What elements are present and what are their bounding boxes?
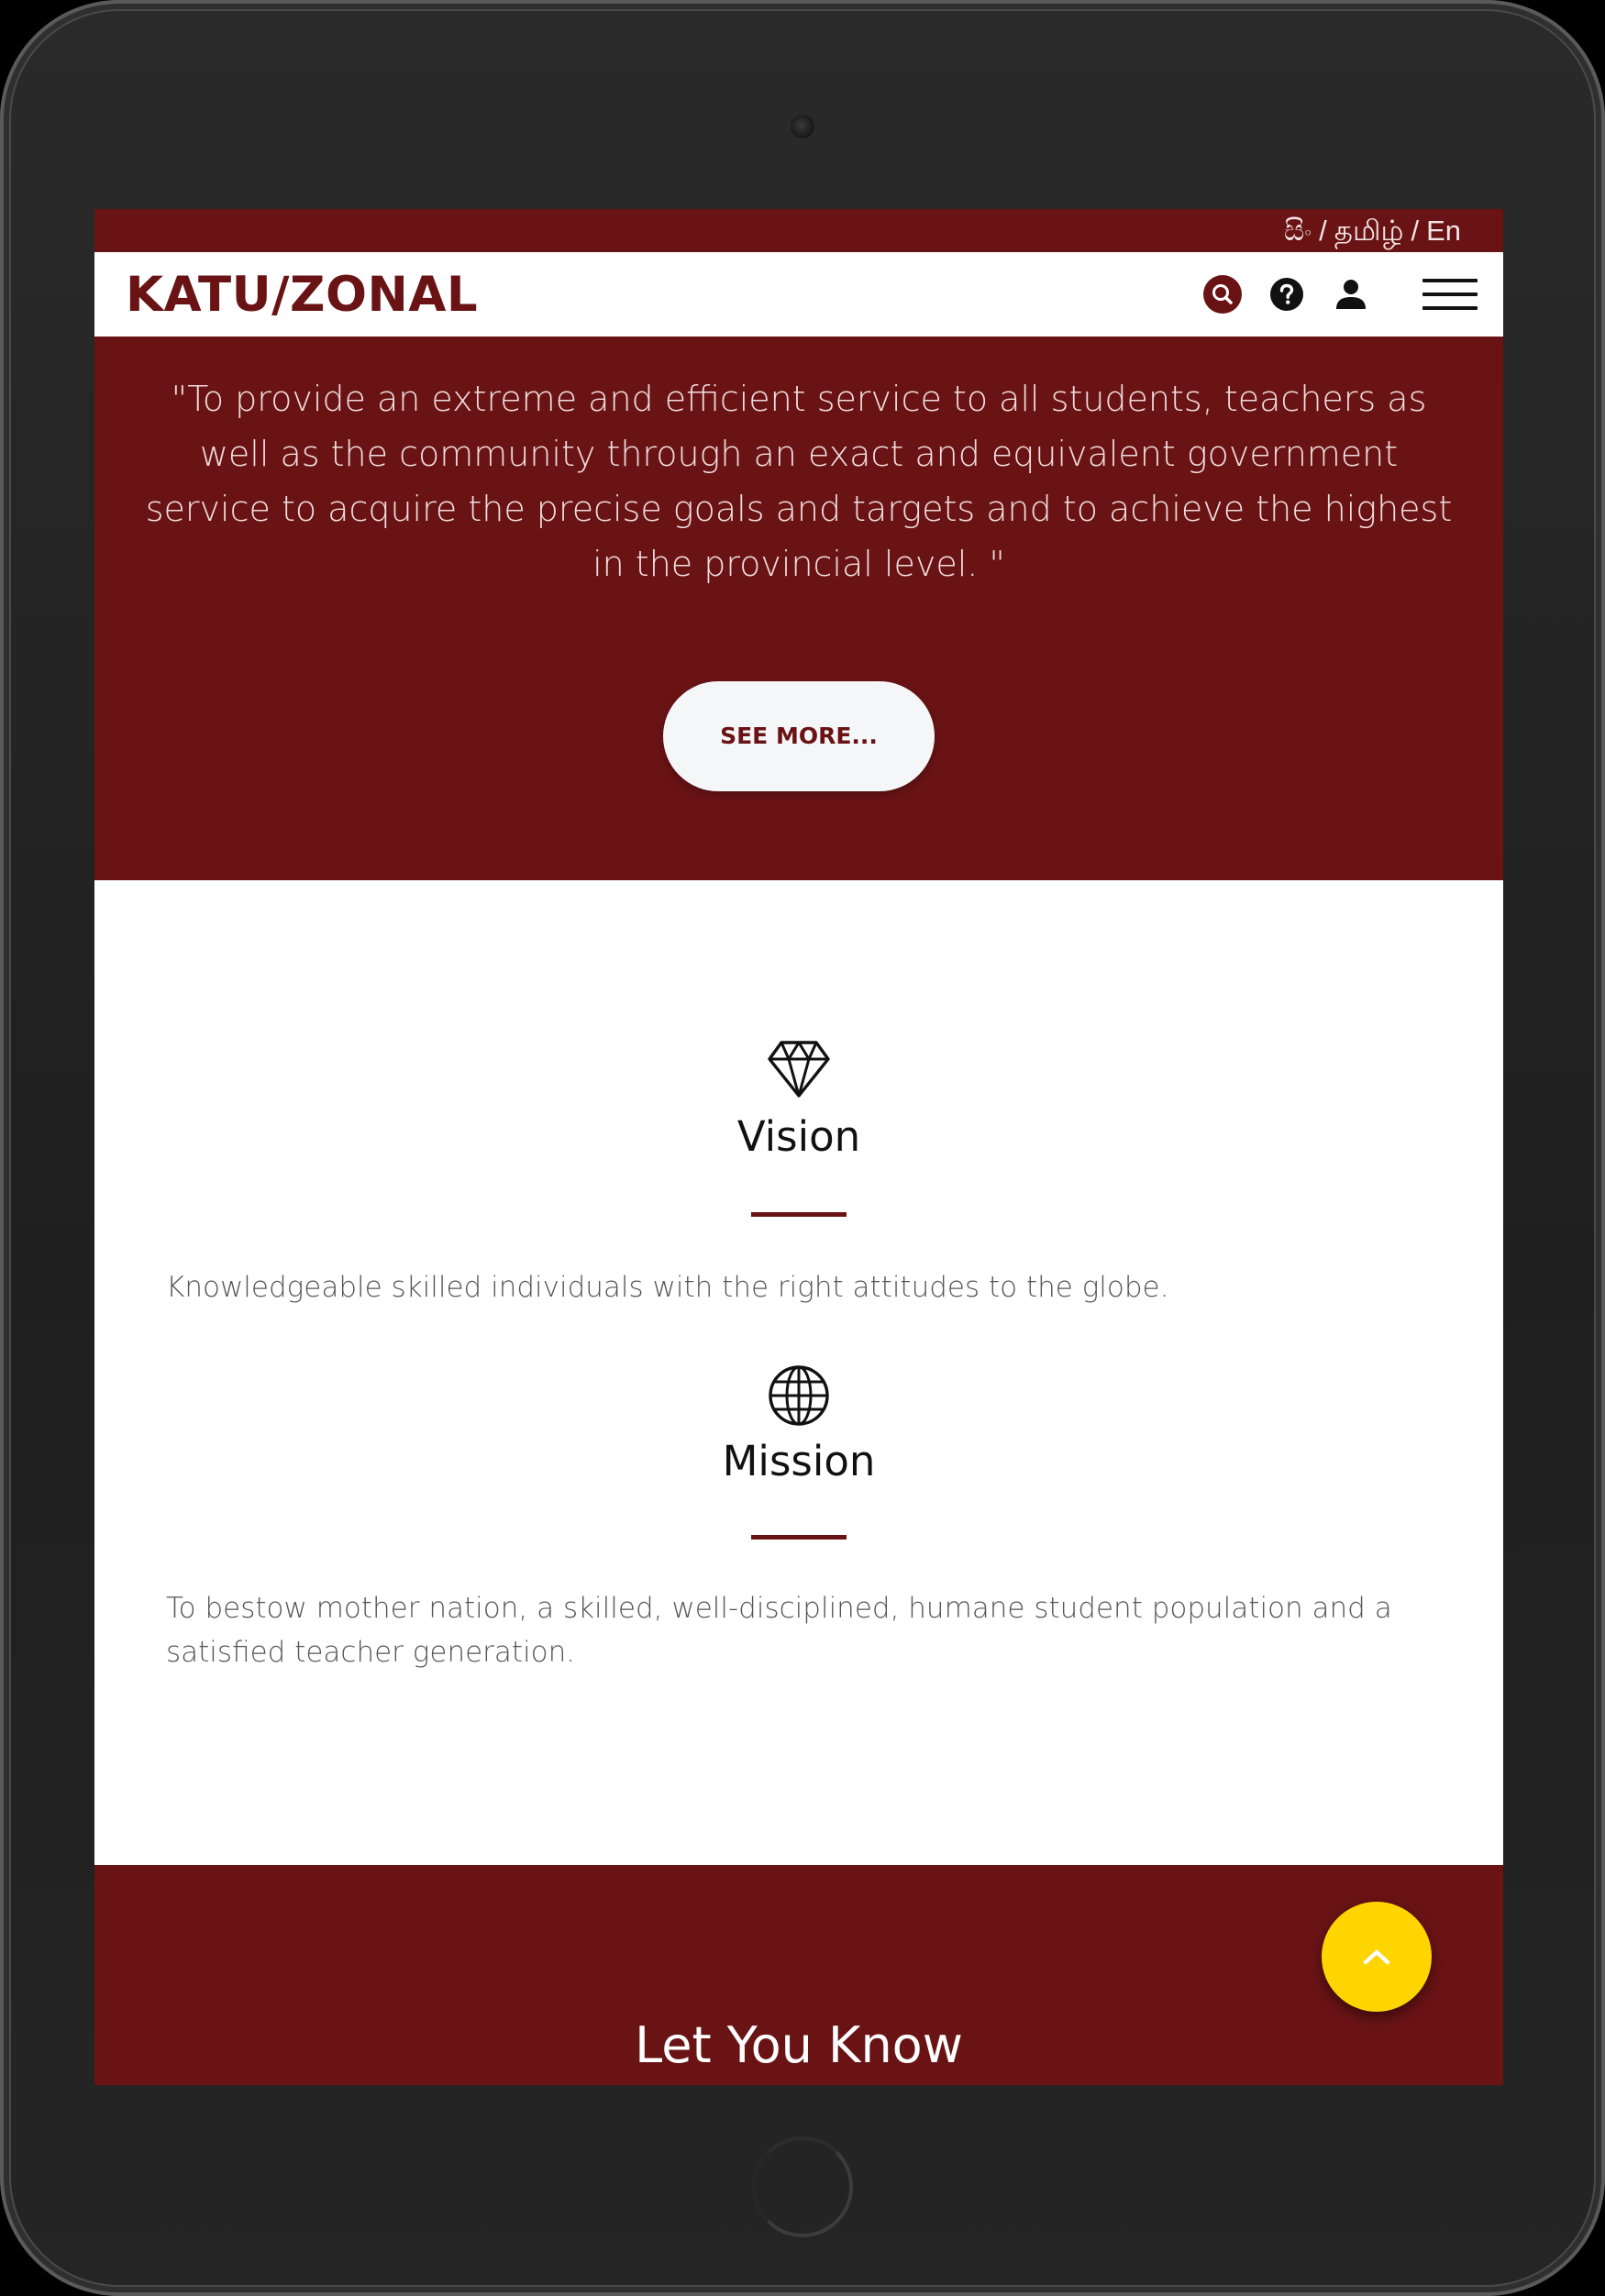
vision-divider — [751, 1212, 847, 1217]
scroll-to-top-button[interactable] — [1322, 1902, 1432, 2012]
search-icon — [1203, 275, 1242, 314]
hamburger-line — [1422, 293, 1478, 296]
vision-mission-section: Vision Knowledgeable skilled individuals… — [94, 880, 1503, 1865]
lang-separator: / — [1319, 215, 1327, 247]
mission-divider — [751, 1535, 847, 1540]
screen: සිං / தமிழ் / En KATU/ZONAL "To provide … — [94, 209, 1503, 2085]
see-more-button[interactable]: SEE MORE... — [663, 681, 935, 791]
hamburger-line — [1422, 306, 1478, 310]
lang-tamil-link[interactable]: தமிழ் — [1334, 216, 1404, 245]
help-button[interactable] — [1265, 272, 1309, 316]
chevron-up-icon — [1363, 1949, 1390, 1965]
diamond-icon — [768, 1041, 830, 1098]
user-icon — [1336, 280, 1366, 309]
language-bar: සිං / தமிழ் / En — [94, 209, 1503, 252]
vision-text: Knowledgeable skilled individuals with t… — [166, 1271, 1169, 1304]
lang-english-link[interactable]: En — [1426, 216, 1461, 245]
account-button[interactable] — [1329, 272, 1373, 316]
mission-text: To bestow mother nation, a skilled, well… — [166, 1592, 1392, 1669]
front-camera — [791, 115, 814, 138]
lang-separator: / — [1411, 215, 1420, 247]
vision-title: Vision — [736, 1112, 861, 1161]
site-logo-text[interactable]: KATU/ZONAL — [126, 267, 478, 323]
tablet-frame: සිං / தமிழ் / En KATU/ZONAL "To provide … — [0, 0, 1605, 2296]
navbar: KATU/ZONAL — [94, 252, 1503, 337]
search-button[interactable] — [1201, 272, 1245, 316]
lang-sinhala-link[interactable]: සිං — [1284, 216, 1312, 245]
mission-title: Mission — [722, 1437, 876, 1485]
home-button[interactable] — [752, 2136, 853, 2237]
let-you-know-section: Let You Know — [94, 1865, 1503, 2085]
help-icon — [1270, 278, 1303, 311]
hamburger-line — [1422, 279, 1478, 282]
globe-icon — [769, 1365, 829, 1426]
motto-quote: "To provide an extreme and efficient ser… — [145, 379, 1453, 584]
motto-section: "To provide an extreme and efficient ser… — [94, 337, 1503, 880]
nav-icon-group — [1201, 272, 1478, 316]
hamburger-menu-button[interactable] — [1422, 272, 1478, 316]
let-you-know-title: Let You Know — [635, 2016, 963, 2074]
